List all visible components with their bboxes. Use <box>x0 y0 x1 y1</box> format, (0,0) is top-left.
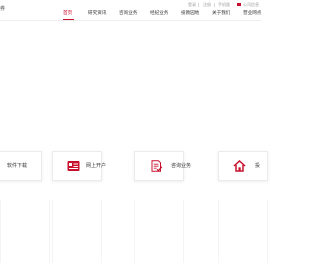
login-link[interactable]: 登录 <box>188 2 196 8</box>
utility-separator <box>214 3 215 7</box>
content-panel <box>218 200 268 263</box>
register-link[interactable]: 注册 <box>203 2 211 8</box>
quick-card-investment[interactable]: 投 <box>218 151 268 181</box>
nav-home[interactable]: 首页 <box>63 10 72 18</box>
home-icon <box>233 160 246 172</box>
quick-card-consulting[interactable]: 咨询业务 <box>134 151 191 181</box>
quick-card-online-account[interactable]: 网上开户 <box>52 151 106 181</box>
nav-branches[interactable]: 营业网点 <box>243 10 261 18</box>
content-panel <box>0 200 50 263</box>
header-divider <box>0 20 261 21</box>
id-card-icon <box>67 161 80 171</box>
nav-brokerage[interactable]: 经纪业务 <box>150 10 168 18</box>
document-check-icon <box>151 160 163 172</box>
nav-research[interactable]: 研究资讯 <box>88 10 106 18</box>
mobile-site-link[interactable]: 手机版 <box>218 2 230 8</box>
china-flag-icon <box>237 3 241 6</box>
nav-investor-education[interactable]: 投教园地 <box>181 10 199 18</box>
utility-separator <box>198 3 199 7</box>
content-panel <box>134 200 184 263</box>
quick-card-label: 咨询业务 <box>171 163 192 169</box>
site-logo-text[interactable]: 券 <box>0 6 5 12</box>
quick-card-label: 网上开户 <box>86 163 107 169</box>
quick-card-software-download[interactable]: 软件下载 <box>0 151 42 181</box>
content-panel <box>52 200 102 263</box>
quick-card-label: 投 <box>255 163 261 169</box>
nav-consulting[interactable]: 咨询业务 <box>119 10 137 18</box>
quick-card-label: 软件下载 <box>7 163 28 169</box>
company-info-link[interactable]: 公司信息 <box>243 2 259 8</box>
nav-about-us[interactable]: 关于我们 <box>212 10 230 18</box>
